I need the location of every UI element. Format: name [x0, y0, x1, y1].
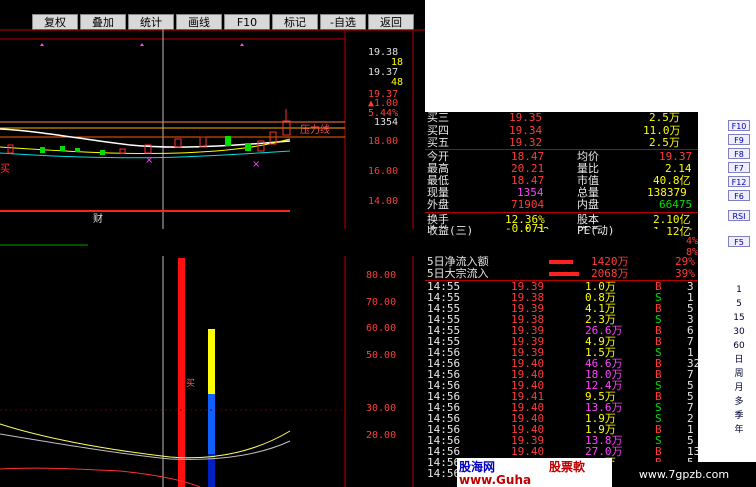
side-button-f12[interactable]: F12	[728, 176, 750, 187]
candles	[7, 109, 291, 155]
period-7[interactable]: 月	[728, 382, 750, 394]
period-1[interactable]: 5	[728, 298, 750, 310]
side-button-f10[interactable]: F10	[728, 120, 750, 131]
price-tick-18: 18.00	[368, 136, 399, 147]
flow-section: 5日净流入额 1420万 29% 5日大宗流入 2068万 39%	[425, 256, 698, 280]
period-2[interactable]: 15	[728, 312, 750, 324]
svg-text:×: ×	[145, 155, 153, 166]
flow-bar	[549, 272, 579, 276]
ind-tick-80: 80.00	[366, 270, 397, 281]
bid-volume: 2.5万	[649, 111, 680, 124]
period-9[interactable]: 季	[728, 410, 750, 422]
finance-marker-label: 财	[93, 214, 103, 225]
toolbar: 复权 叠加 统计 画线 F10 标记 -自选 返回	[0, 0, 425, 30]
draw-line-button[interactable]: 画线	[176, 14, 222, 30]
flow-bar	[549, 260, 573, 264]
stat-label: PE(动)	[577, 224, 615, 237]
overlay-button[interactable]: 叠加	[80, 14, 126, 30]
stat-value: 71904	[511, 198, 545, 211]
stat-value: -	[687, 222, 694, 235]
fuquan-button[interactable]: 复权	[32, 14, 78, 30]
ind-tick-30: 30.00	[366, 403, 397, 414]
side-button-f8[interactable]: F8	[728, 148, 750, 159]
price-tick-14: 14.00	[368, 196, 399, 207]
stat-label: 内盘	[577, 198, 599, 211]
flow-pct: 39%	[675, 267, 695, 280]
white-region-top-right	[425, 0, 756, 112]
mark-button[interactable]: 标记	[272, 14, 318, 30]
tick-time: 14:56	[427, 467, 461, 480]
period-0[interactable]: 1	[728, 284, 750, 296]
period-5[interactable]: 日	[728, 354, 750, 366]
watermark-logo: 股海网 股票軟 www.Guha	[457, 458, 612, 487]
stat-label: 外盘	[427, 198, 449, 211]
ind-tick-60: 60.00	[366, 323, 397, 334]
resistance-line-label: 压力线	[300, 125, 330, 136]
price-label-vol2: 48	[391, 77, 404, 88]
flow-value: 2068万	[591, 267, 629, 280]
divider	[425, 149, 698, 150]
svg-text:×: ×	[252, 159, 260, 170]
bid-price: 19.32	[509, 136, 543, 149]
current-volume: 1354	[374, 117, 399, 128]
side-button-f6[interactable]: F6	[728, 190, 750, 201]
buy-signal-label: 买	[0, 164, 10, 175]
stat-value: -0.071	[505, 222, 545, 235]
f10-button[interactable]: F10	[224, 14, 270, 30]
price-tick-16: 16.00	[368, 166, 399, 177]
price-axis: 19.38 18 19.37 48 19.37 ▲1.00 5.44% 1354…	[346, 30, 412, 230]
period-3[interactable]: 30	[728, 326, 750, 338]
site-url: www.7gpzb.com	[612, 462, 756, 487]
side-button-f5[interactable]: F5	[728, 236, 750, 247]
bid-label: 买三	[427, 111, 449, 124]
side-button-f7[interactable]: F7	[728, 162, 750, 173]
side-button-f9[interactable]: F9	[728, 134, 750, 145]
watermark-slogan: 股票軟	[549, 460, 586, 474]
flow-label: 5日大宗流入	[427, 267, 489, 280]
side-button-rsi[interactable]: RSI	[728, 210, 750, 221]
stat-label: 收益(三)	[427, 224, 474, 237]
watermark-url: www.Guha	[459, 473, 532, 487]
remove-watchlist-button[interactable]: -自选	[320, 14, 366, 30]
indicator-axis: 80.00 70.00 60.00 50.00 30.00 20.00	[346, 260, 412, 460]
bid-label: 买五	[427, 136, 449, 149]
ind-tick-50: 50.00	[366, 350, 397, 361]
pct-value: 4%	[685, 236, 698, 247]
ind-tick-70: 70.00	[366, 297, 397, 308]
bid-volume: 2.5万	[649, 136, 680, 149]
bid-price: 19.35	[509, 111, 543, 124]
ind-tick-20: 20.00	[366, 430, 397, 441]
tick-list[interactable]: 14:55 19.39 1.0万 B 3 14:55 19.38 0.8万 S 1 14:55 19.…	[425, 281, 698, 487]
period-6[interactable]: 周	[728, 368, 750, 380]
stats-button[interactable]: 统计	[128, 14, 174, 30]
stat-value: 66475	[659, 198, 693, 211]
stat-row-eps: 收益(三) -0.071 PE(动) -	[425, 222, 698, 238]
back-button[interactable]: 返回	[368, 14, 414, 30]
indicator-buy-label: 买	[186, 379, 196, 389]
period-10[interactable]: 年	[728, 424, 750, 436]
period-4[interactable]: 60	[728, 340, 750, 352]
period-8[interactable]: 多	[728, 396, 750, 408]
